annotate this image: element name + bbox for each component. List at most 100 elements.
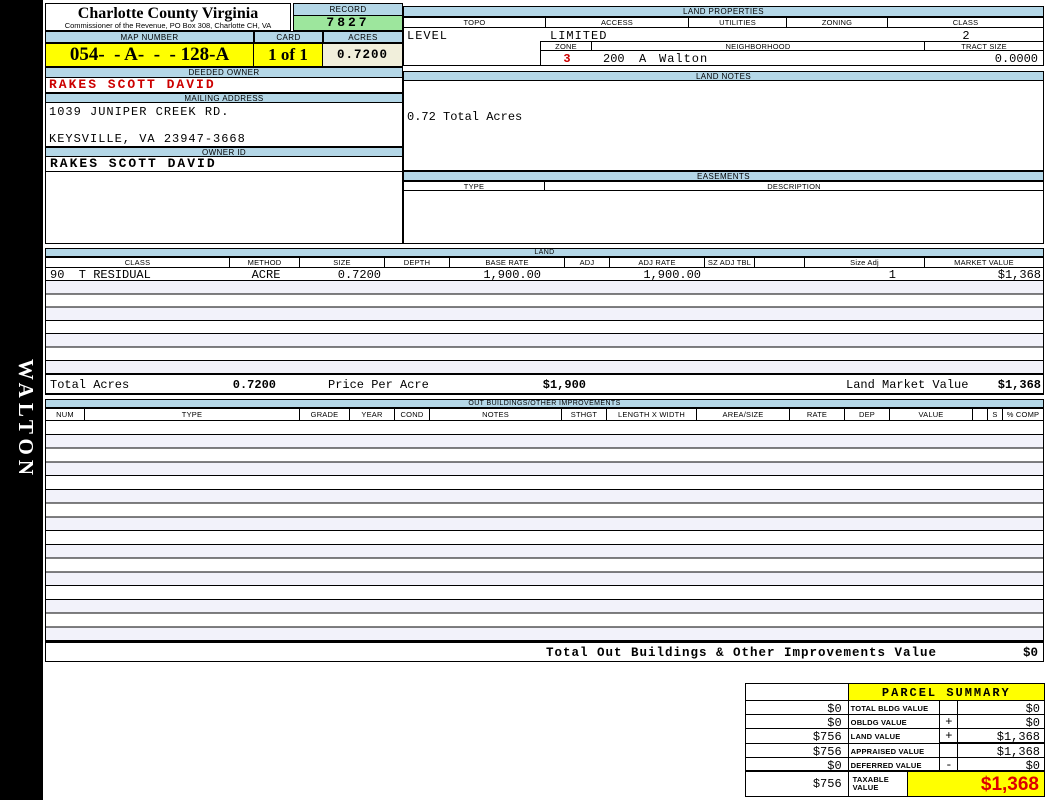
appraised-label: APPRAISED VALUE	[848, 744, 941, 758]
deferred-value-row: $0 DEFERRED VALUE - $0	[746, 758, 1044, 773]
land-empty-rows	[45, 281, 1044, 374]
ob-num-header: NUM	[45, 408, 85, 421]
ob-value-header: VALUE	[890, 408, 973, 421]
property-record-card: WALTON Charlotte County Virginia Commiss…	[0, 0, 1050, 800]
land-data-row: 90 T RESIDUAL ACRE 0.7200 1,900.00 1,900…	[45, 268, 1044, 282]
taxable-value-row: $756 TAXABLE VALUE $1,368	[746, 772, 1044, 796]
land-market-value-total: $1,368	[997, 378, 1041, 392]
obldg-label: OBLDG VALUE	[848, 715, 941, 729]
ob-year-header: YEAR	[350, 408, 395, 421]
easement-type-column-header: TYPE	[403, 181, 545, 191]
total-acres-label: Total Acres	[50, 378, 130, 392]
zone-value: 3	[563, 52, 571, 66]
owner-id-value: RAKES SCOTT DAVID	[45, 157, 403, 171]
neighborhood-name: Walton	[659, 52, 709, 66]
acres-label: ACRES	[323, 31, 403, 43]
total-bldg-value-row: $0 TOTAL BLDG VALUE $0	[746, 701, 1044, 716]
out-buildings-total-label: Total Out Buildings & Other Improvements…	[546, 646, 938, 660]
district-label: WALTON	[14, 359, 38, 481]
land-value: $1,368	[958, 729, 1044, 744]
utilities-column-header: UTILITIES	[689, 17, 787, 28]
land-notes-title: LAND NOTES	[403, 71, 1044, 81]
price-per-acre-value: $1,900	[542, 378, 586, 392]
price-per-acre-label: Price Per Acre	[328, 378, 429, 392]
easements-header-row: TYPE DESCRIPTION	[403, 181, 1044, 191]
ob-dep-header: DEP	[845, 408, 890, 421]
land-size-value: 0.7200	[337, 268, 381, 282]
appraised-value-row: $756 APPRAISED VALUE $1,368	[746, 744, 1044, 759]
county-header-box: Charlotte County Virginia Commissioner o…	[45, 3, 291, 31]
ob-area-size-header: AREA/SIZE	[697, 408, 790, 421]
acres-value: 0.7200	[323, 43, 403, 67]
land-market-value-header: MARKET VALUE	[925, 257, 1044, 268]
land-adj-header: ADJ	[565, 257, 610, 268]
out-buildings-title: OUT BUILDINGS/OTHER IMPROVEMENTS	[45, 399, 1044, 408]
obldg-op: +	[940, 715, 959, 729]
obldg-assessed: $0	[746, 715, 849, 730]
land-table-header-row: CLASS METHOD SIZE DEPTH BASE RATE ADJ AD…	[45, 257, 1044, 268]
land-size-adj-value: 1	[888, 268, 896, 282]
land-market-value-value: $1,368	[997, 268, 1041, 282]
ob-sthgt-header: STHGT	[562, 408, 607, 421]
map-number-value: 054- - A- - - 128-A	[45, 43, 254, 67]
obldg-value: $0	[958, 715, 1044, 730]
parcel-summary-stub	[746, 684, 849, 701]
land-base-rate-header: BASE RATE	[450, 257, 565, 268]
appraised-assessed: $756	[746, 744, 849, 759]
easements-box	[403, 191, 1044, 244]
land-label: LAND VALUE	[848, 729, 941, 744]
land-blank-header	[755, 257, 805, 268]
appraised-value: $1,368	[958, 744, 1044, 759]
ob-blank-header	[973, 408, 988, 421]
county-title: Charlotte County Virginia	[77, 5, 259, 22]
map-number-label: MAP NUMBER	[45, 31, 254, 43]
deeded-owner-value: RAKES SCOTT DAVID	[45, 78, 403, 93]
ob-s-header: S	[988, 408, 1003, 421]
obldg-value-row: $0 OBLDG VALUE + $0	[746, 715, 1044, 730]
ob-length-width-header: LENGTH X WIDTH	[607, 408, 697, 421]
out-buildings-total-row: Total Out Buildings & Other Improvements…	[45, 641, 1044, 662]
parcel-summary: PARCEL SUMMARY $0 TOTAL BLDG VALUE $0 $0…	[745, 683, 1045, 797]
card-value: 1 of 1	[254, 43, 323, 67]
commissioner-line: Commissioner of the Revenue, PO Box 308,…	[64, 21, 272, 30]
land-properties-title: LAND PROPERTIES	[403, 6, 1044, 17]
appraised-op	[940, 744, 959, 758]
total-bldg-label: TOTAL BLDG VALUE	[848, 701, 941, 715]
land-size-adj-header: Size Adj	[805, 257, 925, 268]
land-class-header: CLASS	[45, 257, 230, 268]
record-value: 7827	[293, 16, 403, 31]
out-buildings-empty-rows	[45, 421, 1044, 641]
land-size-header: SIZE	[300, 257, 385, 268]
easements-title: EASEMENTS	[403, 171, 1044, 181]
land-assessed: $756	[746, 729, 849, 744]
land-totals-row: Total Acres 0.7200 Price Per Acre $1,900…	[45, 374, 1044, 395]
topo-value: LEVEL	[407, 29, 449, 43]
neighborhood-column-header: NEIGHBORHOOD	[592, 41, 925, 51]
tract-size-value: 0.0000	[994, 52, 1038, 66]
ob-cond-header: COND	[395, 408, 430, 421]
land-op: +	[940, 729, 959, 744]
mailing-address-box: 1039 JUNIPER CREEK RD. KEYSVILLE, VA 239…	[45, 103, 403, 147]
land-class-value: 90 T RESIDUAL	[50, 268, 151, 282]
total-bldg-value: $0	[958, 701, 1044, 716]
zone-header-row: ZONE NEIGHBORHOOD TRACT SIZE	[540, 41, 1044, 51]
easement-description-column-header: DESCRIPTION	[545, 181, 1044, 191]
address-line-2: KEYSVILLE, VA 23947-3668	[49, 132, 246, 146]
taxable-value: $1,368	[908, 772, 1044, 796]
deferred-value: $0	[958, 758, 1044, 773]
tract-size-column-header: TRACT SIZE	[925, 41, 1044, 51]
zone-value-row: 3 200 A Walton 0.0000	[540, 51, 1044, 66]
land-properties-header-row: TOPO ACCESS UTILITIES ZONING CLASS	[403, 17, 1044, 28]
ob-type-header: TYPE	[85, 408, 300, 421]
card-label: CARD	[254, 31, 323, 43]
out-buildings-header-row: NUM TYPE GRADE YEAR COND NOTES STHGT LEN…	[45, 408, 1044, 421]
total-bldg-op	[940, 701, 959, 715]
taxable-label: TAXABLE VALUE	[849, 772, 909, 796]
land-adj-rate-header: ADJ RATE	[610, 257, 705, 268]
zoning-column-header: ZONING	[787, 17, 888, 28]
out-buildings-total-value: $0	[1022, 646, 1038, 660]
land-note-text: 0.72 Total Acres	[407, 110, 523, 124]
land-adj-rate-value: 1,900.00	[643, 268, 701, 282]
land-method-value: ACRE	[251, 268, 281, 282]
parcel-summary-header-row: PARCEL SUMMARY	[746, 684, 1044, 701]
